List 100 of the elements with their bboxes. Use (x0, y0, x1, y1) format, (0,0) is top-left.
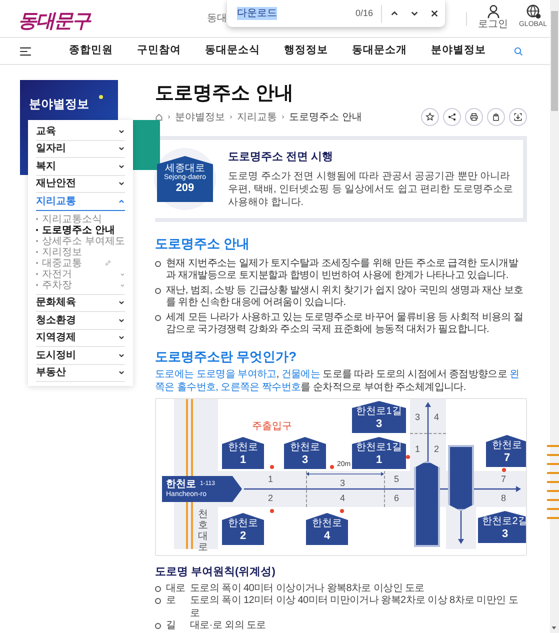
sign-number: 3 (376, 417, 382, 431)
lot-number: 7 (501, 473, 506, 485)
user-icon (486, 4, 500, 19)
sign-number: 7 (504, 451, 510, 465)
scrollbar[interactable] (550, 0, 559, 633)
cross-road-name: 천호대로 (198, 509, 208, 553)
nav-item[interactable]: 구민참여 (137, 43, 181, 59)
breadcrumb-link[interactable]: 도로명주소 안내 (289, 110, 362, 124)
sign-name: 한천로 (290, 442, 320, 453)
chevron-down-icon (120, 272, 125, 276)
logo[interactable]: 동대문구 (18, 8, 90, 36)
sidebar-item[interactable]: 부동산 (36, 364, 125, 382)
nav-item[interactable]: 동대문소개 (352, 43, 407, 59)
intro-text: 도로명 주소가 전면 시행됨에 따라 관공서 공공기관 뿐만 아니라 우편, 택배, 인터넷쇼핑 등 일상에서도 쉽고 편리한 도로명주소로 사용해야 합니다. (228, 170, 513, 210)
sign-name: 한천로 (492, 440, 522, 451)
separator-icon (167, 115, 171, 119)
term: 로 (166, 595, 177, 608)
share-icon (447, 112, 457, 122)
sidebar-item[interactable]: 일자리 (36, 140, 125, 158)
sidebar-item[interactable]: 도시정비 (36, 347, 125, 364)
side-road (446, 507, 476, 549)
sign-name: 한천로 (228, 518, 258, 529)
lot-number: 1 (415, 443, 420, 455)
sidebar-item[interactable]: 지리교통 (36, 193, 125, 210)
print-button[interactable] (465, 108, 483, 126)
sidebar-title: 분야별정보 (29, 96, 89, 113)
find-input[interactable]: 다운로드 (237, 4, 356, 24)
lot-number: 6 (394, 492, 400, 504)
scrollbar-thumb[interactable] (551, 11, 558, 111)
separator-icon (281, 115, 285, 119)
intro-title: 도로명주소 전면 시행 (228, 150, 334, 165)
lot-number: 1 (268, 473, 274, 485)
lot-number: 3 (415, 411, 420, 423)
chevron-down-icon (118, 369, 125, 376)
bullet-icon (155, 598, 161, 604)
entrance-label: 주출입구 (252, 421, 292, 433)
lot-number: 8 (501, 492, 506, 504)
link-icon (105, 260, 111, 266)
sidebar-item[interactable]: 지역경제 (36, 330, 125, 347)
lot-boundary-line (384, 471, 385, 507)
submenu-item[interactable]: 대중교통 (36, 258, 125, 268)
home-icon[interactable] (155, 113, 163, 121)
lot-number: 3 (340, 477, 346, 489)
menu-icon[interactable] (20, 46, 31, 56)
previous-button[interactable] (390, 9, 399, 18)
subsection-heading: 도로명 부여원칙(위계성) (155, 565, 276, 580)
sign-name: 한천로 (228, 442, 258, 453)
sign-name: 한천로1길 (356, 442, 402, 453)
favorite-button[interactable] (421, 108, 439, 126)
lot-number: 4 (340, 492, 346, 504)
lot-number: 2 (268, 492, 274, 504)
nav-item[interactable]: 분야별정보 (431, 43, 486, 59)
nav-item[interactable]: 행정정보 (284, 43, 328, 59)
favorite-icon (425, 112, 435, 122)
sign-number: 4 (324, 529, 330, 543)
sidebar-item[interactable]: 교육 (36, 123, 125, 140)
nav-item[interactable]: 종합민원 (69, 43, 113, 59)
sign-number: 2 (240, 529, 246, 543)
bullet-icon (155, 314, 161, 320)
term: 길 (166, 620, 177, 632)
submenu-item[interactable]: 지리정보 (36, 246, 125, 258)
search-icon[interactable] (514, 46, 523, 56)
submenu-item[interactable]: 지리교통소식 (36, 214, 125, 224)
next-button[interactable] (410, 9, 419, 18)
chevron-down-icon (118, 128, 125, 135)
vertical-road-sign (448, 445, 474, 511)
breadcrumb-link[interactable]: 지리교통 (237, 110, 277, 124)
bullet-text: 세계 모든 나라가 사용하고 있는 도로명주소로 바꾸어 물류비용 등 사회적 비용의 절감으로 국가경쟁력 강화와 주소의 국제 표준화에 능동적 대처가 필요합니다. (166, 312, 524, 336)
chevron-down-icon (120, 282, 125, 288)
sign-number: 1 (376, 453, 382, 467)
nav-item[interactable]: 동대문소식 (205, 43, 260, 59)
submenu-item[interactable]: 자전거 (36, 268, 125, 280)
breadcrumb-link[interactable]: 분야별정보 (175, 110, 225, 124)
sidebar-item[interactable]: 청소환경 (36, 312, 125, 330)
sign-number: 209 (176, 182, 194, 195)
submenu-item[interactable]: 상세주소 부여제도 (36, 236, 125, 246)
lot-number: 4 (434, 411, 440, 423)
submenu-item[interactable]: 주차장 (36, 280, 125, 290)
term: 대로 (166, 582, 186, 595)
sidebar-item[interactable]: 재난안전 (36, 176, 125, 193)
login-link[interactable]: 로그인 (476, 4, 510, 30)
download-button[interactable] (509, 108, 527, 126)
sign-number: 3 (302, 453, 308, 467)
scroll-down-icon[interactable] (551, 625, 557, 631)
submenu-item[interactable]: 도로명주소 안내 (36, 224, 125, 236)
chevron-down-icon (118, 299, 125, 306)
chevron-down-icon (118, 162, 125, 170)
sign-language-button[interactable] (487, 108, 505, 126)
bullet-text: 현재 지번주소는 일제가 토지수탈과 조세징수를 위해 만든 주소로 급격한 도시개발과 재개발등으로 토지분할과 합병이 빈번하여 사용에 한계가 나타나고 있습니다. (166, 258, 520, 282)
section-heading: 도로명주소 안내 (155, 235, 251, 253)
sign-number: 3 (502, 527, 508, 541)
download-icon (513, 112, 523, 122)
page-title: 도로명주소 안내 (155, 82, 294, 106)
match-count: 0/16 (355, 6, 373, 20)
term-description: 대로·로 외의 도로 (190, 620, 266, 632)
sidebar-item[interactable]: 복지 (36, 158, 125, 176)
sidebar-item[interactable]: 문화체육 (36, 294, 125, 312)
share-button[interactable] (443, 108, 461, 126)
close-button[interactable] (430, 9, 439, 18)
bullet-icon (155, 586, 161, 592)
